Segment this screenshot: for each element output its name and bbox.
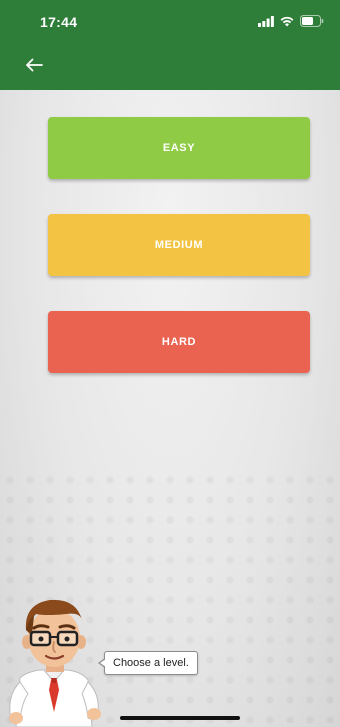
speech-bubble: Choose a level.: [98, 651, 198, 675]
level-screen: EASY MEDIUM HARD Choose a level.: [0, 90, 340, 727]
hard-button[interactable]: HARD: [48, 311, 310, 373]
wifi-icon: [280, 16, 294, 26]
easy-button[interactable]: EASY: [48, 117, 310, 179]
battery-icon: [300, 15, 324, 27]
medium-button[interactable]: MEDIUM: [48, 214, 310, 276]
status-time: 17:44: [40, 14, 78, 30]
app-bar: [0, 40, 340, 90]
hard-label: HARD: [161, 336, 197, 348]
signal-icon: [258, 15, 274, 27]
status-icons: [258, 15, 324, 27]
easy-label: EASY: [162, 142, 196, 154]
back-button[interactable]: [20, 51, 48, 79]
medium-label: MEDIUM: [154, 239, 204, 251]
home-indicator[interactable]: [120, 716, 240, 720]
status-bar: 17:44: [0, 0, 340, 40]
teacher-mascot-icon: [9, 599, 101, 727]
back-arrow-icon: [26, 58, 43, 72]
speech-text: Choose a level.: [113, 657, 189, 669]
